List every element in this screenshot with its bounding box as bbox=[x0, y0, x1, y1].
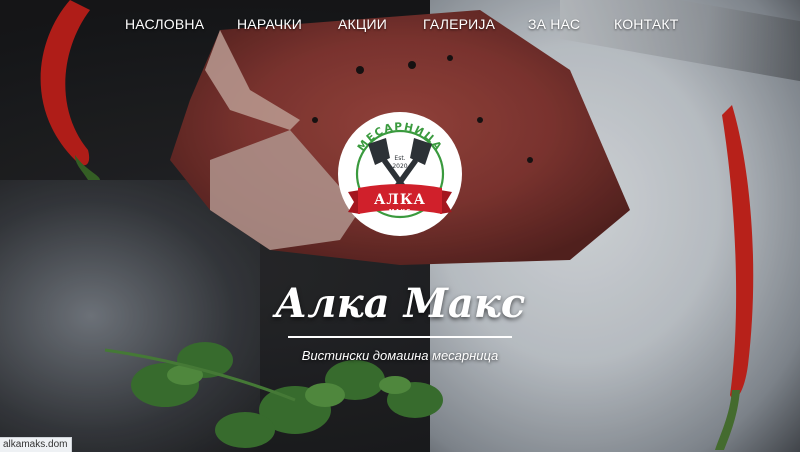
nav-contact[interactable]: КОНТАКТ bbox=[614, 16, 679, 32]
main-navigation: НАСЛОВНА НАРАЧКИ АКЦИИ ГАЛЕРИЈА ЗА НАС К… bbox=[0, 16, 800, 36]
logo-est-label: Est. bbox=[394, 155, 405, 162]
butcher-logo[interactable]: МЕСАРНИЦА Est. 2020 АЛКА МАКС bbox=[328, 110, 472, 242]
hero-title: Алка Макс bbox=[274, 280, 526, 327]
nav-orders[interactable]: НАРАЧКИ bbox=[237, 16, 302, 32]
logo-est-year: 2020 bbox=[392, 163, 407, 170]
title-divider bbox=[288, 336, 512, 338]
hero-subtitle: Вистински домашна месарница bbox=[301, 348, 499, 363]
logo-banner-main: АЛКА bbox=[374, 192, 426, 208]
nav-home[interactable]: НАСЛОВНА bbox=[125, 16, 204, 32]
nav-gallery[interactable]: ГАЛЕРИЈА bbox=[423, 16, 495, 32]
status-bar-url: alkamaks.dom bbox=[0, 437, 73, 452]
nav-promotions[interactable]: АКЦИИ bbox=[338, 16, 387, 32]
nav-about[interactable]: ЗА НАС bbox=[528, 16, 580, 32]
logo-banner-sub: МАКС bbox=[389, 209, 411, 215]
